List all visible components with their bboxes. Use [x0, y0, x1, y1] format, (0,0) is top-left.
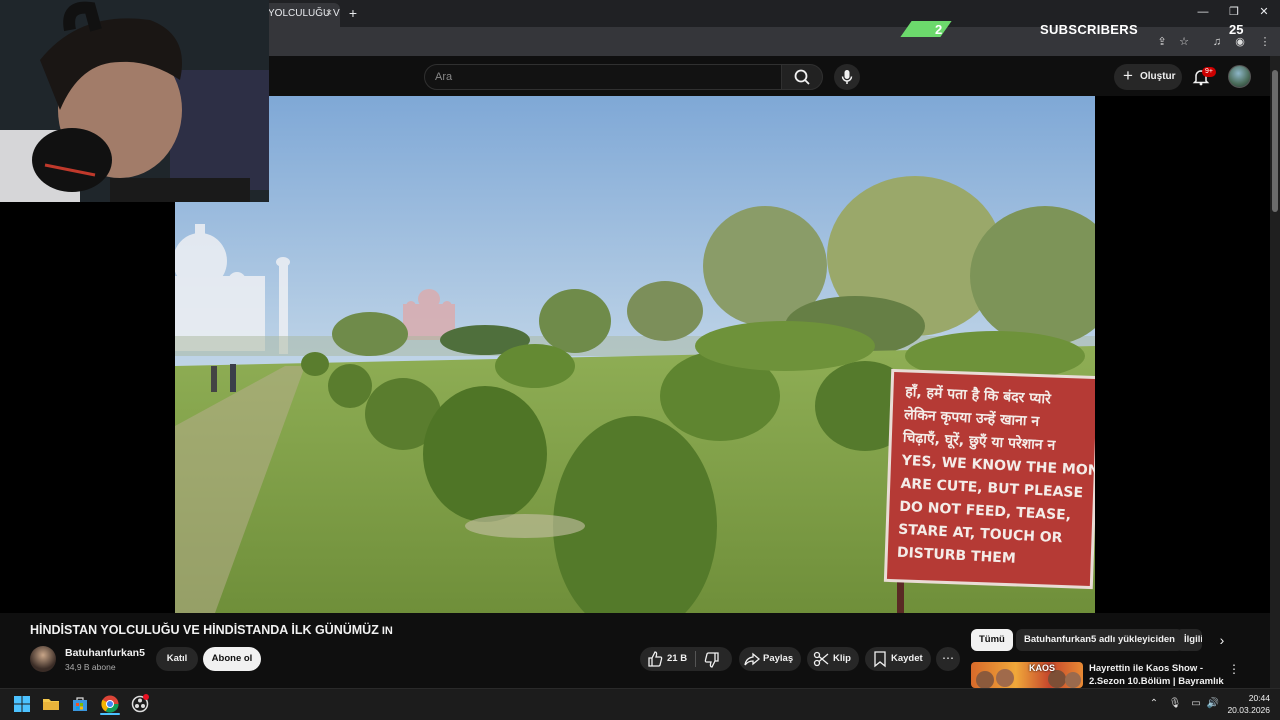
close-window-button[interactable]: ✕ — [1253, 3, 1275, 21]
like-count[interactable]: 21 B — [667, 647, 687, 671]
microphone-icon — [841, 70, 853, 84]
bookmark-star-icon[interactable]: ☆ — [1176, 34, 1192, 50]
chip-all[interactable]: Tümü — [971, 629, 1013, 651]
chip-related[interactable]: İlgili — [1176, 629, 1202, 651]
restore-button[interactable]: ❐ — [1223, 3, 1245, 21]
clock-date: 20.03.2026 — [1227, 705, 1270, 715]
file-explorer-icon[interactable] — [41, 694, 61, 714]
recommended-video-thumbnail[interactable]: KAOS — [971, 662, 1083, 688]
subscriber-count: 2 — [935, 22, 943, 37]
search-icon — [794, 69, 810, 85]
tab-close-icon[interactable]: × — [322, 6, 336, 20]
store-icon[interactable] — [70, 694, 90, 714]
subscriber-goal: 25 — [1229, 22, 1244, 37]
media-control-icon[interactable]: ♫ — [1209, 34, 1225, 50]
share-icon — [743, 650, 761, 668]
bookmark-icon — [871, 650, 889, 668]
video-frame[interactable]: हाँ, हमें पता है कि बंदर प्यारे लेकिन कृ… — [175, 96, 1095, 613]
install-app-icon[interactable]: ⇪ — [1154, 34, 1170, 50]
channel-name[interactable]: Batuhanfurkan5 — [65, 647, 145, 659]
browser-menu-icon[interactable]: ⋮ — [1257, 34, 1273, 50]
windows-start-icon[interactable] — [12, 694, 32, 714]
thumbnail-text: KAOS — [1029, 663, 1056, 673]
new-tab-button[interactable]: + — [345, 5, 361, 21]
subscribe-button[interactable]: Abone ol — [203, 647, 261, 671]
scrollbar-thumb[interactable] — [1272, 70, 1278, 212]
taskbar-clock[interactable]: 20:44 20.03.2026 — [1224, 692, 1270, 716]
minimize-button[interactable]: — — [1192, 3, 1214, 21]
volume-icon[interactable]: 🔊 — [1206, 697, 1220, 711]
microphone-tray-icon[interactable]: 🎙 — [1168, 697, 1182, 711]
account-avatar[interactable] — [1228, 65, 1251, 88]
voice-search-button[interactable] — [834, 64, 860, 90]
video-title: HİNDİSTAN YOLCULUĞU VE HİNDİSTANDA İLK G… — [30, 623, 393, 637]
thumbs-up-icon[interactable] — [647, 650, 663, 668]
join-button[interactable]: Katıl — [156, 647, 198, 671]
chevron-up-icon[interactable]: ⌃ — [1147, 697, 1161, 711]
windows-taskbar — [0, 688, 1280, 720]
thumbs-down-icon[interactable] — [704, 651, 720, 669]
channel-avatar[interactable] — [30, 646, 56, 672]
notification-badge: 9+ — [1202, 67, 1216, 77]
country-badge: IN — [381, 625, 393, 637]
chevron-right-icon[interactable]: › — [1214, 632, 1230, 648]
search-button[interactable] — [781, 64, 823, 90]
channel-subscriber-count: 34,9 B abone — [65, 662, 116, 672]
scissors-icon — [812, 650, 830, 668]
chrome-icon[interactable] — [100, 694, 120, 714]
like-divider — [695, 651, 696, 667]
subscriber-label: SUBSCRIBERS — [1040, 22, 1138, 37]
webcam-overlay — [0, 0, 269, 202]
network-icon[interactable]: ▭ — [1189, 697, 1203, 711]
active-app-indicator — [100, 713, 120, 715]
plus-icon: + — [1123, 66, 1133, 85]
more-actions-button[interactable]: ⋯ — [936, 647, 960, 671]
vertical-dots-icon[interactable]: ⋮ — [1228, 662, 1240, 678]
search-input[interactable]: Ara — [424, 64, 782, 90]
sign-text: हाँ, हमें पता है कि बंदर प्यारे लेकिन कृ… — [896, 381, 1095, 575]
obs-recording-icon[interactable] — [130, 694, 150, 714]
chip-from-uploader[interactable]: Batuhanfurkan5 adlı yükleyiciden — [1016, 629, 1183, 651]
clock-time: 20:44 — [1248, 693, 1270, 703]
video-title-text: HİNDİSTAN YOLCULUĞU VE HİNDİSTANDA İLK G… — [30, 623, 379, 637]
